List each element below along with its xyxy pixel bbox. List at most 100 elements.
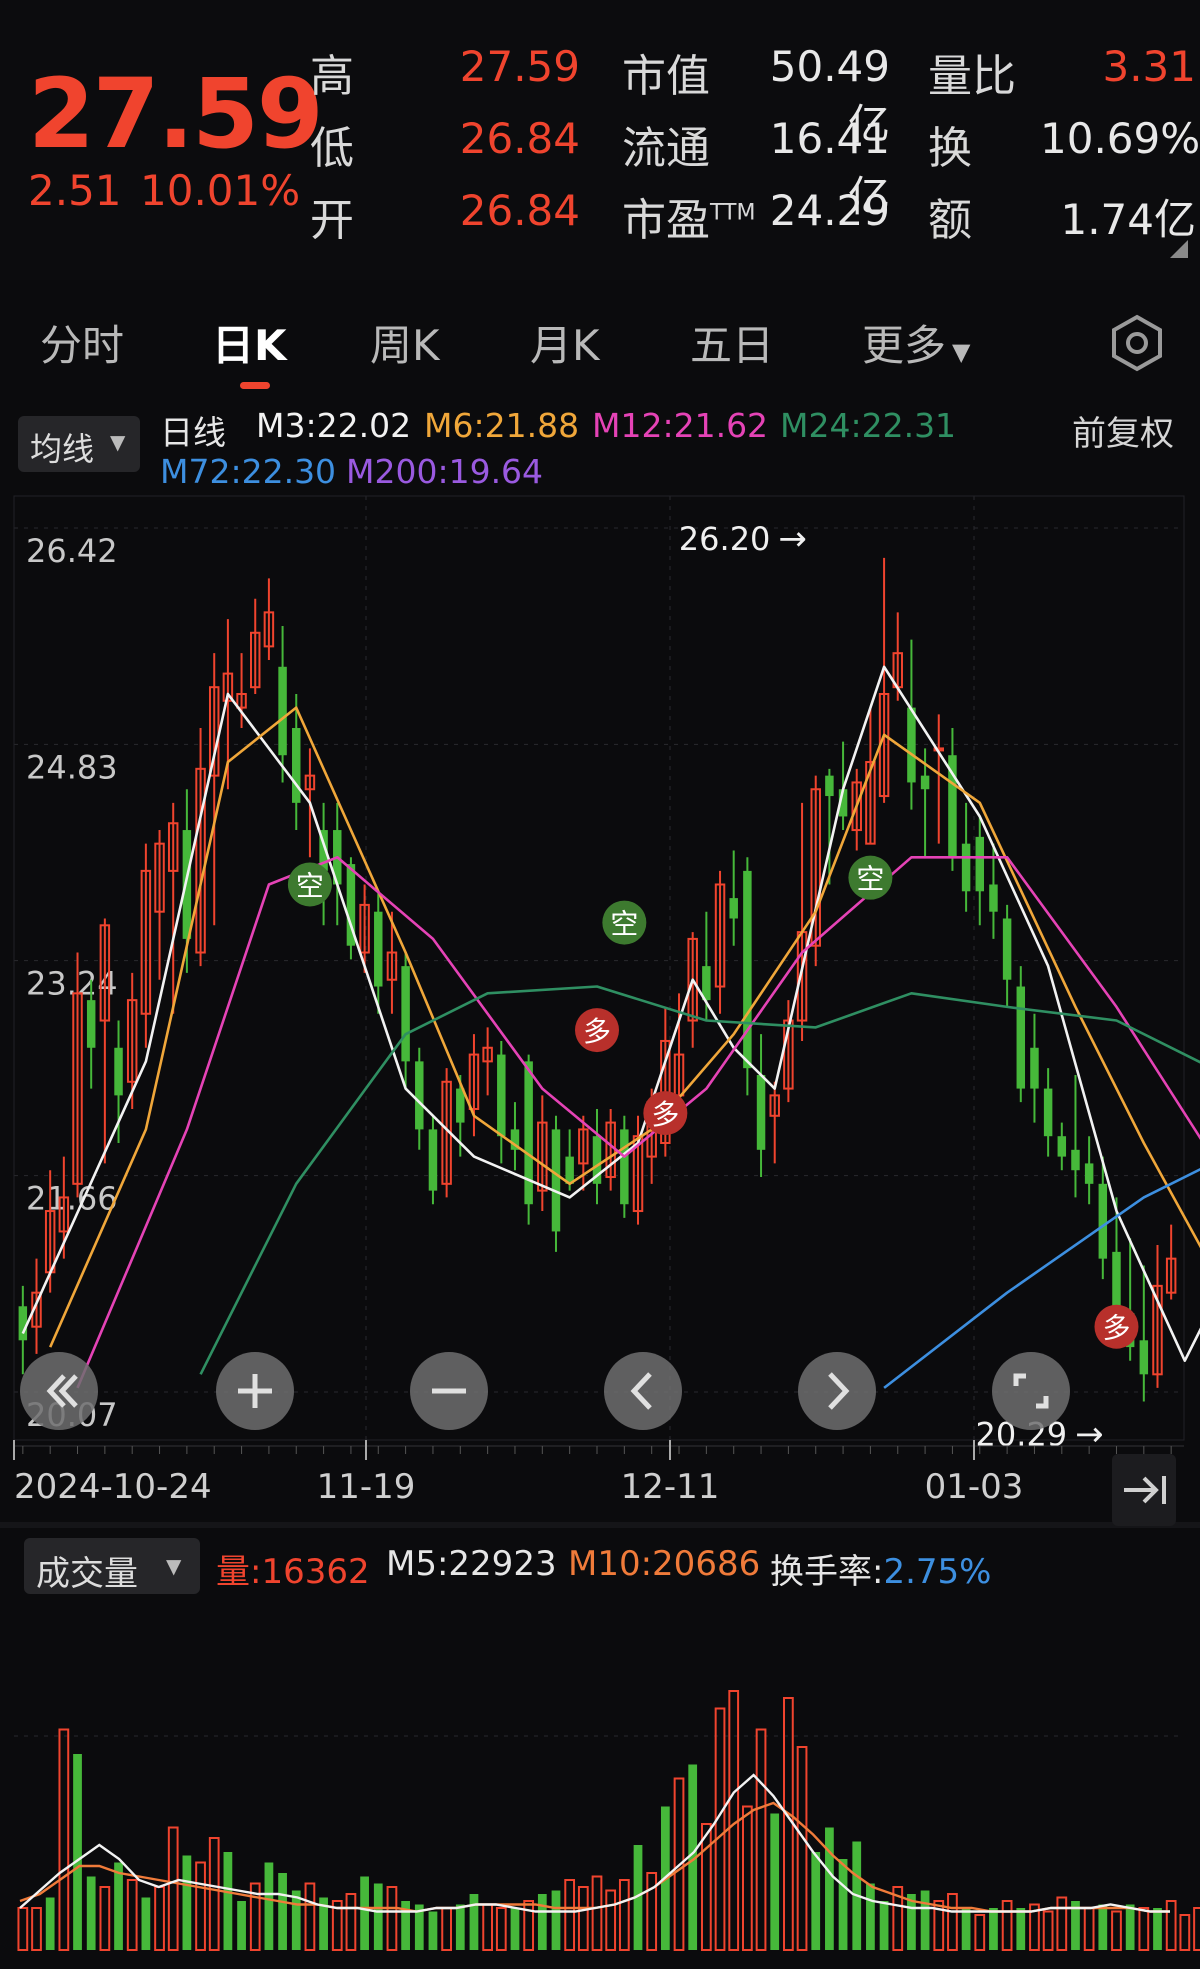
candle-body-down [497, 1054, 506, 1137]
volume-bar-down [1153, 1908, 1162, 1950]
candle-body-down [551, 1129, 561, 1232]
volume-bar-down [469, 1894, 479, 1950]
volume-bar-up [714, 1707, 726, 1951]
volume-bar-up [482, 1903, 494, 1951]
double-chevron-left-icon [46, 1374, 78, 1408]
volume-m5: M5:22923 [386, 1544, 557, 1584]
candle-body-down [1057, 1136, 1067, 1157]
candle-body-down [825, 775, 834, 797]
volume-bar-down [551, 1890, 561, 1950]
candle-body-down [920, 775, 930, 790]
volume-bar-up [31, 1907, 42, 1951]
zoom-out-max-button[interactable] [20, 1352, 98, 1430]
volume-bar-up [495, 1907, 507, 1951]
candle-body-down [565, 1156, 574, 1184]
volume-bar-up [58, 1728, 70, 1951]
volume-bar-up [154, 1886, 165, 1951]
volume-bar-down [920, 1890, 930, 1950]
panel-separator [0, 1522, 1200, 1528]
x-axis-tick-label: 12-11 [621, 1467, 720, 1507]
volume-bar-up [523, 1900, 535, 1951]
candle-body-down [907, 707, 916, 783]
candle-body-down [415, 1061, 424, 1130]
volume-bar-down [114, 1862, 123, 1950]
volume-bar-down [537, 1894, 547, 1950]
signal-label: 多 [583, 1015, 611, 1048]
candle-body-down [1030, 1047, 1039, 1089]
volume-bar-down [360, 1876, 369, 1950]
volume-bar-down [223, 1852, 233, 1950]
signal-label: 空 [296, 869, 324, 902]
max-price-arrow: → [778, 519, 807, 559]
fullscreen-button[interactable] [992, 1352, 1070, 1430]
volume-bar-up [1193, 1907, 1200, 1951]
volume-bar-up [974, 1914, 986, 1951]
volume-bar-down [510, 1908, 520, 1950]
volume-bar-down [264, 1862, 274, 1950]
zoom-in-button[interactable] [216, 1352, 294, 1430]
ma-line-m24 [199, 985, 1200, 1375]
scroll-right-button[interactable] [798, 1352, 876, 1430]
max-price-annotation: 26.20 [679, 520, 771, 558]
chevron-down-icon: ▼ [166, 1554, 182, 1578]
signal-label: 空 [856, 863, 884, 896]
candle-body-down [401, 966, 410, 1062]
candle-body-down [620, 1129, 629, 1205]
volume-bar-down [237, 1901, 246, 1950]
candle-body-down [1002, 918, 1012, 980]
volume-bar-up [577, 1886, 589, 1951]
x-axis-tick-label: 2024-10-24 [14, 1467, 212, 1507]
volume-value: 量:16362 [216, 1552, 370, 1592]
volume-bar-up [386, 1886, 398, 1951]
volume-bar-down [825, 1827, 834, 1950]
volume-bar-down [373, 1883, 383, 1950]
volume-bar-up [700, 1823, 712, 1951]
volume-bar-up [345, 1893, 357, 1951]
jump-end-icon [1124, 1476, 1166, 1504]
candle-body-down [1016, 986, 1026, 1089]
volume-bar-down [770, 1813, 780, 1950]
y-axis-tick-label: 24.83 [26, 748, 118, 786]
volume-m10-line [19, 1801, 1170, 1913]
jump-to-latest-button[interactable] [1112, 1454, 1176, 1526]
volume-bar-up [167, 1826, 179, 1951]
volume-bar-up [1001, 1900, 1013, 1951]
candle-body-down [456, 1088, 465, 1123]
signal-label: 多 [651, 1098, 679, 1131]
candle-body-down [278, 666, 287, 756]
volume-bar-down [278, 1873, 287, 1950]
volume-bar-up [1138, 1907, 1150, 1951]
volume-bar-up [618, 1879, 630, 1951]
zoom-out-button[interactable] [410, 1352, 488, 1430]
kline-chart[interactable]: 26.4224.8323.2421.6620.07空空空多多多26.20→20.… [0, 0, 1200, 1969]
volume-bar-down [1016, 1908, 1026, 1950]
y-axis-tick-label: 26.42 [26, 532, 118, 570]
volume-bar-down [455, 1904, 465, 1950]
candle-body-down [1139, 1340, 1149, 1375]
scroll-left-button[interactable] [604, 1352, 682, 1430]
candle-body-down [182, 830, 192, 939]
volume-bar-up [591, 1875, 603, 1951]
candle-body-down [961, 843, 971, 892]
volume-bar-down [73, 1754, 82, 1950]
plus-icon [238, 1374, 272, 1408]
candle-body-down [374, 911, 383, 987]
volume-bar-down [1098, 1904, 1108, 1950]
volume-bar-up [564, 1879, 576, 1951]
volume-bar-down [45, 1897, 55, 1950]
volume-bar-up [1042, 1910, 1054, 1951]
volume-bar-down [961, 1908, 971, 1950]
volume-bar-up [17, 1907, 29, 1951]
candle-body-down [292, 728, 301, 803]
volume-bar-up [605, 1889, 617, 1951]
y-axis-tick-label: 21.66 [26, 1180, 118, 1218]
volume-bar-up [99, 1886, 111, 1951]
candle-body-down [114, 1047, 123, 1096]
volume-bar-up [1083, 1907, 1095, 1951]
ma-line-m6 [49, 706, 1200, 1348]
volume-indicator-select[interactable]: 成交量 ▼ [24, 1538, 200, 1594]
volume-bar-down [1125, 1904, 1135, 1950]
volume-bar-down [291, 1890, 301, 1950]
volume-select-label: 成交量 [36, 1554, 138, 1594]
candle-body-down [18, 1306, 28, 1341]
